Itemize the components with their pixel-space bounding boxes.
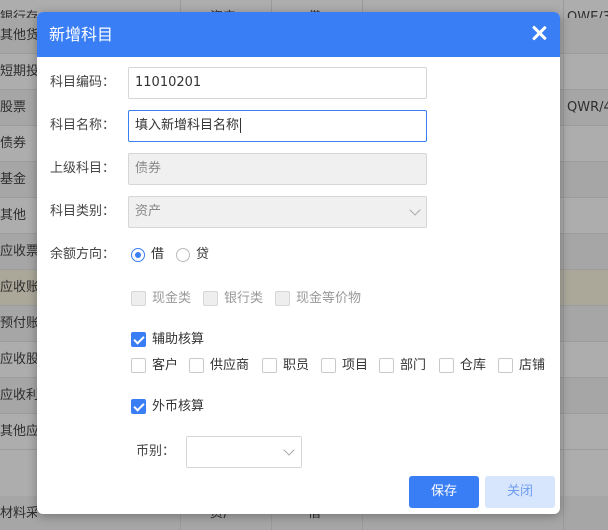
category-label: 科目类别： [50, 204, 116, 219]
checkbox-label: 客户 [152, 358, 179, 373]
code-input[interactable]: 11010201 [128, 67, 427, 99]
checkbox-box [131, 291, 146, 306]
checkbox-label: 部门 [400, 358, 427, 373]
checkbox-box [203, 291, 218, 306]
close-button[interactable]: 关闭 [485, 476, 555, 508]
checkbox-bank[interactable]: 银行类 [203, 289, 273, 309]
radio-debit[interactable]: 借 [131, 239, 171, 271]
checkbox-box [131, 358, 146, 373]
checkbox-box [189, 358, 204, 373]
checkbox-label: 辅助核算 [152, 332, 205, 347]
checkbox-department[interactable]: 部门 [379, 356, 431, 376]
checkbox-box [262, 358, 277, 373]
category-select[interactable]: 资产 [128, 196, 427, 228]
radio-credit-label: 贷 [196, 247, 210, 262]
checkbox-cash-equivalent[interactable]: 现金等价物 [275, 289, 375, 309]
chevron-down-icon [283, 444, 295, 456]
dialog-header: 新增科目 [37, 12, 560, 57]
radio-credit-dot [176, 248, 190, 262]
name-row: 科目名称： 填入新增科目名称 [37, 110, 560, 142]
currency-label: 币别： [136, 444, 176, 459]
checkbox-box [439, 358, 454, 373]
checkbox-box [131, 399, 146, 414]
checkbox-label: 职员 [283, 358, 310, 373]
checkbox-project[interactable]: 项目 [321, 356, 373, 376]
checkbox-label: 仓库 [460, 358, 487, 373]
checkbox-label: 现金类 [152, 291, 192, 306]
checkbox-supplier[interactable]: 供应商 [189, 356, 257, 376]
checkbox-warehouse[interactable]: 仓库 [439, 356, 491, 376]
checkbox-store[interactable]: 店铺 [498, 356, 550, 376]
parent-row: 上级科目： 债券 [37, 153, 560, 185]
category-row: 科目类别： 资产 [37, 196, 560, 228]
currency-row: 币别： [37, 436, 560, 468]
checkbox-box [498, 358, 513, 373]
parent-input: 债券 [128, 153, 427, 185]
balance-label: 余额方向： [50, 247, 116, 262]
checkbox-label: 项目 [342, 358, 369, 373]
name-input-value: 填入新增科目名称 [135, 118, 240, 133]
chevron-down-icon [409, 204, 421, 216]
radio-credit[interactable]: 贷 [176, 239, 216, 271]
checkbox-staff[interactable]: 职员 [262, 356, 314, 376]
balance-row: 余额方向： 借 贷 [37, 239, 560, 271]
checkbox-box [321, 358, 336, 373]
checkbox-cash[interactable]: 现金类 [131, 289, 201, 309]
currency-select[interactable] [186, 436, 302, 468]
radio-debit-label: 借 [151, 247, 165, 262]
close-icon[interactable] [530, 24, 548, 42]
name-input[interactable]: 填入新增科目名称 [128, 110, 427, 142]
category-value: 资产 [135, 204, 162, 219]
add-account-dialog: 新增科目 科目编码： 11010201 科目名称： 填入新增科目名称 上级科目：… [37, 12, 560, 514]
checkbox-box [131, 332, 146, 347]
code-label: 科目编码： [50, 75, 116, 90]
checkbox-label: 供应商 [210, 358, 250, 373]
checkbox-aux-accounting[interactable]: 辅助核算 [131, 330, 221, 350]
dialog-title: 新增科目 [49, 25, 114, 44]
code-row: 科目编码： 11010201 [37, 67, 560, 99]
checkbox-label: 银行类 [224, 291, 264, 306]
checkbox-label: 现金等价物 [296, 291, 362, 306]
radio-debit-dot [131, 248, 145, 262]
text-cursor [240, 118, 242, 133]
checkbox-box [275, 291, 290, 306]
name-label: 科目名称： [50, 118, 116, 133]
save-button[interactable]: 保存 [409, 476, 479, 508]
checkbox-label: 外币核算 [152, 399, 205, 414]
checkbox-customer[interactable]: 客户 [131, 356, 183, 376]
checkbox-box [379, 358, 394, 373]
checkbox-foreign-currency[interactable]: 外币核算 [131, 397, 221, 417]
checkbox-label: 店铺 [519, 358, 546, 373]
parent-label: 上级科目： [50, 161, 116, 176]
